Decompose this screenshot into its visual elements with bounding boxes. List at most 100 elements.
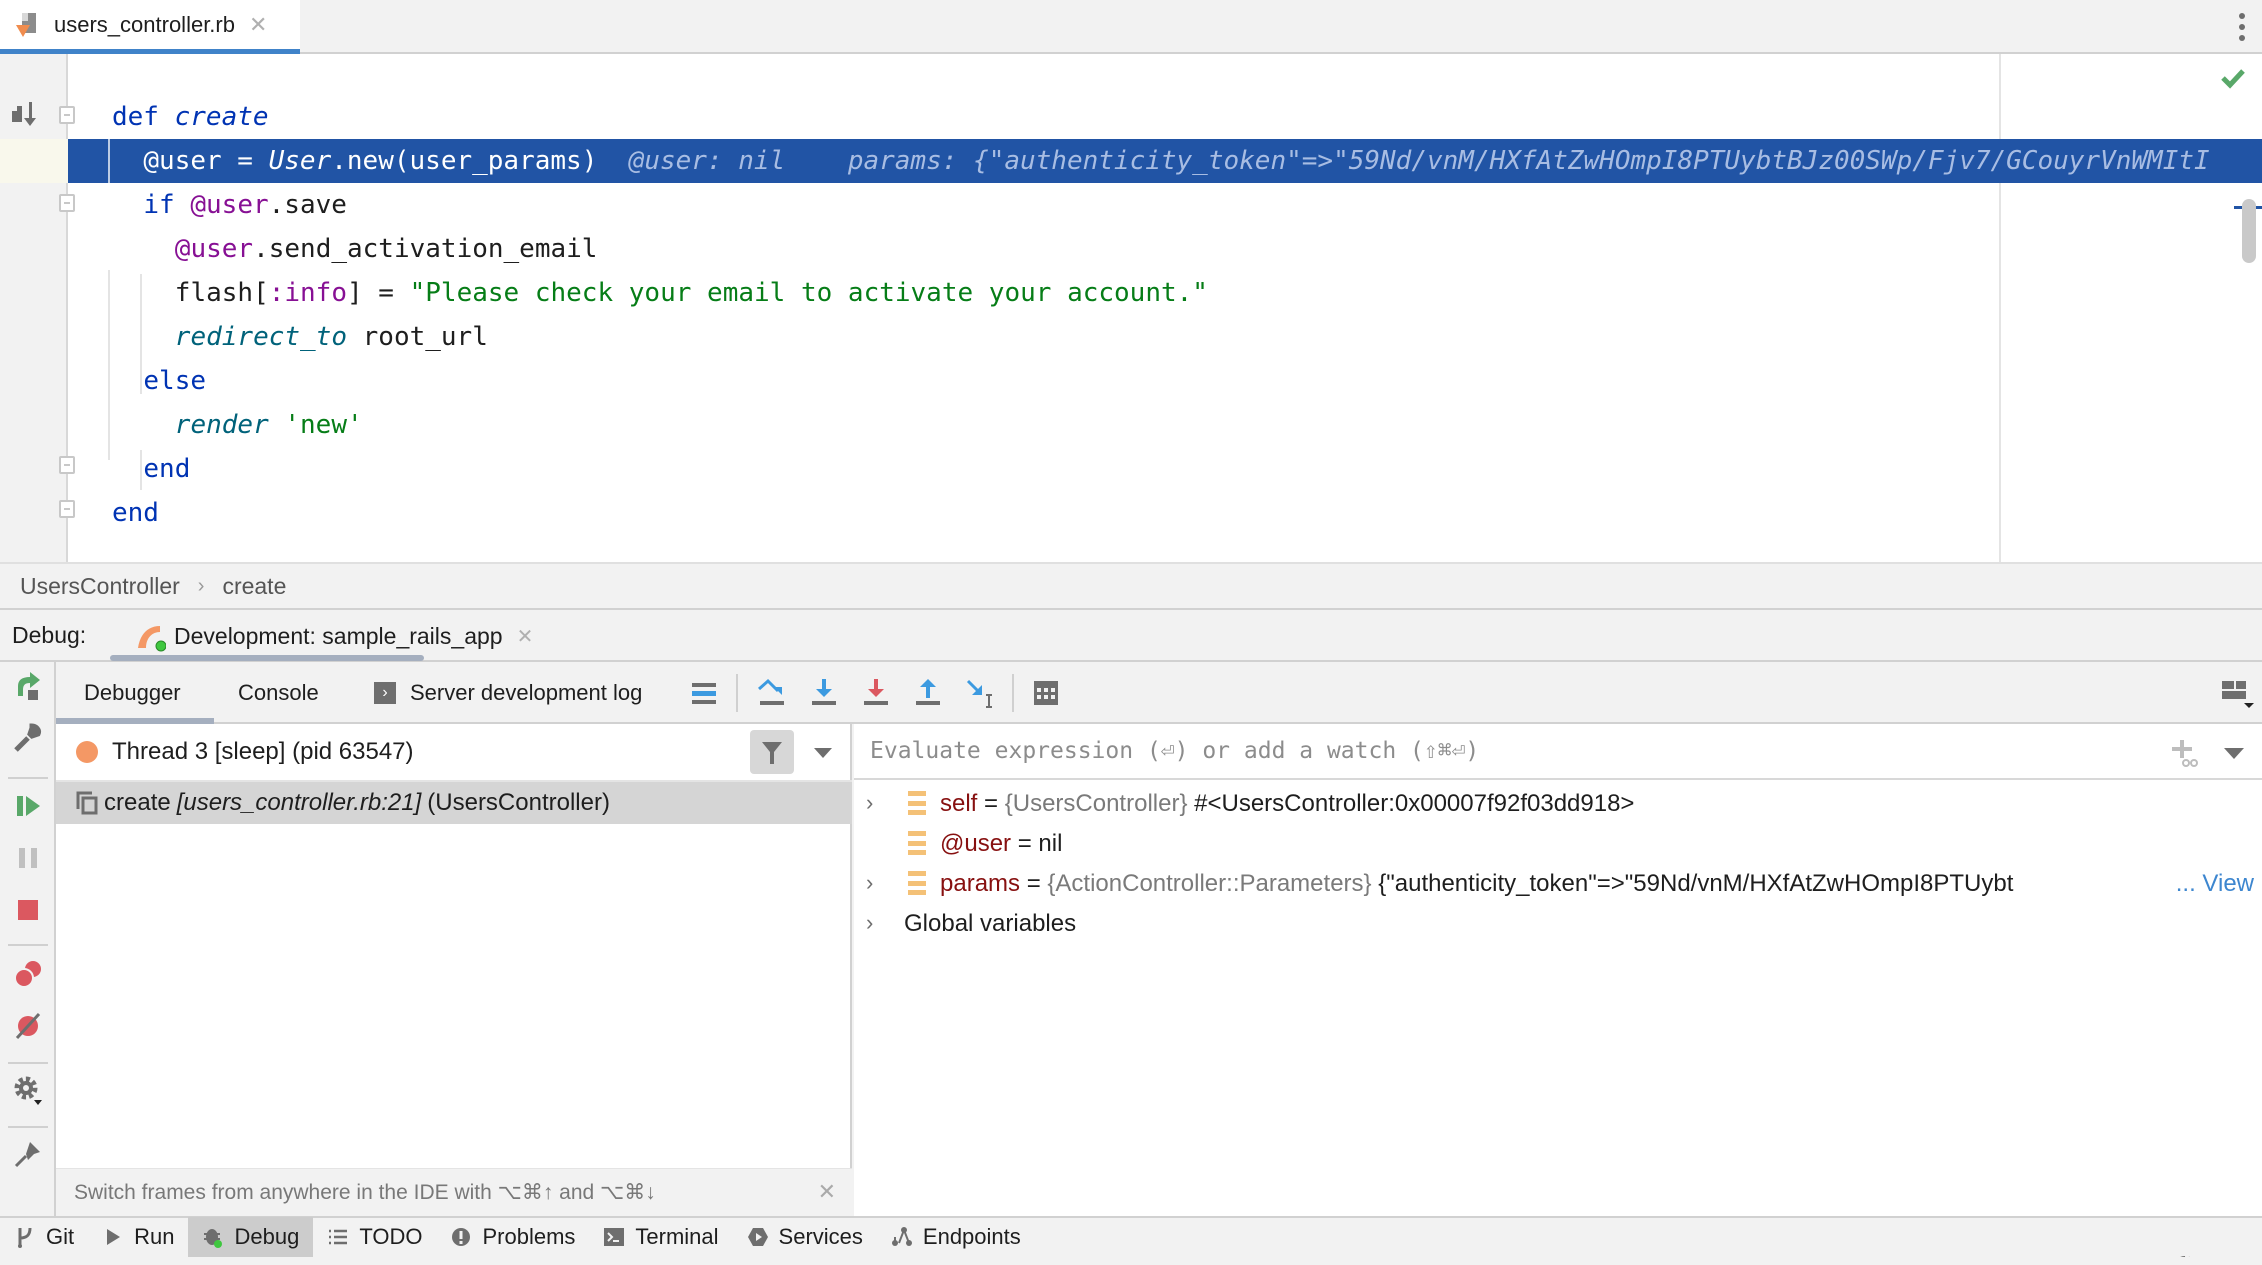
view-breakpoints-icon[interactable] xyxy=(12,958,44,990)
code-token: .new(user_params) xyxy=(331,146,598,176)
toolwindow-todo[interactable]: TODO xyxy=(313,1217,436,1257)
code-token: flash[ xyxy=(174,278,269,308)
check-icon xyxy=(2220,66,2246,90)
rerun-icon[interactable] xyxy=(12,670,44,702)
chevron-right-icon: › xyxy=(197,574,205,597)
chevron-down-icon[interactable] xyxy=(814,748,832,758)
equals: = xyxy=(1011,830,1039,857)
resume-icon[interactable] xyxy=(12,790,44,822)
close-icon[interactable]: ✕ xyxy=(818,1179,836,1205)
toolwindow-endpoints[interactable]: Endpoints xyxy=(877,1217,1035,1257)
services-icon xyxy=(747,1226,769,1248)
step-into-icon[interactable] xyxy=(808,677,840,709)
code-line[interactable]: def create xyxy=(68,95,2262,139)
close-icon[interactable]: ✕ xyxy=(249,12,267,38)
view-link[interactable]: ... View xyxy=(2173,870,2254,898)
variable-row-params[interactable]: › params = {ActionController::Parameters… xyxy=(854,864,2262,904)
pin-icon[interactable] xyxy=(12,1138,44,1170)
code-line[interactable]: if @user.save xyxy=(68,183,2262,227)
editor-scrollbar[interactable] xyxy=(2242,199,2256,263)
separator xyxy=(8,944,48,946)
variable-name: self xyxy=(940,790,978,817)
tab-filename: users_controller.rb xyxy=(54,11,235,37)
code-line[interactable]: end xyxy=(68,447,2262,491)
pause-icon[interactable] xyxy=(12,842,44,874)
tab-console[interactable]: Console xyxy=(238,662,319,724)
separator xyxy=(8,1062,48,1064)
separator xyxy=(8,1126,48,1128)
thread-selector[interactable]: Thread 3 [sleep] (pid 63547) xyxy=(56,724,852,782)
chevron-right-icon[interactable]: › xyxy=(866,790,886,816)
evaluate-expression-input[interactable] xyxy=(870,738,2070,764)
evaluate-expression-icon[interactable] xyxy=(1030,677,1062,709)
code-line[interactable]: end xyxy=(68,491,2262,535)
tab-debugger[interactable]: Debugger xyxy=(84,662,181,724)
terminal-icon xyxy=(603,1226,625,1248)
toolwindow-label: Debug xyxy=(234,1224,300,1249)
git-branch-icon xyxy=(14,1226,36,1248)
toolwindow-run[interactable]: Run xyxy=(88,1217,188,1257)
variable-name: @user xyxy=(940,830,1012,857)
code-text: else xyxy=(143,359,206,403)
variable-row-user[interactable]: @user = nil xyxy=(854,824,2262,864)
settings-dropdown-icon[interactable] xyxy=(12,1074,44,1106)
toolwindow-debug[interactable]: Debug xyxy=(188,1217,314,1257)
code-line[interactable]: redirect_to root_url xyxy=(68,315,2262,359)
list-icon xyxy=(327,1226,349,1248)
code-token: 'new' xyxy=(284,410,363,440)
code-line[interactable]: flash[:info] = "Please check your email … xyxy=(68,271,2262,315)
rails-icon xyxy=(134,620,167,652)
code-line[interactable]: else xyxy=(68,359,2262,403)
code-line[interactable]: @user.send_activation_email xyxy=(68,227,2262,271)
breadcrumb-item-class[interactable]: UsersController xyxy=(20,573,180,600)
close-icon[interactable]: ✕ xyxy=(517,624,534,649)
code-token: def xyxy=(112,102,175,132)
breadcrumb-item-method[interactable]: create xyxy=(222,573,286,600)
tab-users-controller[interactable]: users_controller.rb ✕ xyxy=(0,0,300,54)
frame-location: [users_controller.rb:21] xyxy=(176,789,422,816)
variable-row-globals[interactable]: › Global variables xyxy=(854,904,2262,944)
step-over-icon[interactable] xyxy=(756,677,788,709)
problems-icon xyxy=(450,1226,472,1248)
run-to-cursor-icon[interactable] xyxy=(964,677,996,709)
mute-breakpoints-icon[interactable] xyxy=(12,1010,44,1042)
code-line[interactable]: render 'new' xyxy=(68,403,2262,447)
frame-item[interactable]: create [users_controller.rb:21] (UsersCo… xyxy=(56,782,852,824)
chevron-right-icon[interactable]: › xyxy=(866,910,886,936)
more-options-icon[interactable] xyxy=(2232,10,2252,44)
code-text: def create xyxy=(112,95,269,139)
code-token: User xyxy=(268,146,332,176)
code-editor[interactable]: def create @user = User.new(user_params) … xyxy=(0,54,2262,562)
show-execution-point-icon[interactable] xyxy=(688,677,720,709)
variables-panel: › self = {UsersController} #<UsersContro… xyxy=(854,724,2262,1216)
tab-server-log[interactable]: › Server development log xyxy=(374,662,642,724)
toolwindow-services[interactable]: Services xyxy=(733,1217,877,1257)
chevron-down-icon[interactable] xyxy=(2224,748,2244,759)
run-to-cursor-icon[interactable] xyxy=(10,100,38,128)
toolwindow-label: Run xyxy=(134,1224,175,1249)
wrench-icon[interactable] xyxy=(12,722,44,754)
toolwindow-terminal[interactable]: Terminal xyxy=(589,1217,732,1257)
debug-side-toolbar xyxy=(0,662,56,1216)
code-text: flash[:info] = "Please check your email … xyxy=(175,271,1208,315)
toolwindow-problems[interactable]: Problems xyxy=(436,1217,589,1257)
force-step-into-icon[interactable] xyxy=(860,677,892,709)
execution-point-line[interactable]: @user = User.new(user_params) @user: nil… xyxy=(68,139,2262,183)
evaluate-row xyxy=(854,724,2262,780)
layout-settings-icon[interactable] xyxy=(2220,677,2254,709)
variable-row-self[interactable]: › self = {UsersController} #<UsersContro… xyxy=(854,784,2262,824)
debugger-toolbar: Debugger Console › Server development lo… xyxy=(56,662,2262,724)
toolwindow-label: Problems xyxy=(482,1224,576,1249)
filter-icon[interactable] xyxy=(750,730,794,774)
chevron-right-icon[interactable]: › xyxy=(866,870,886,896)
code-token: "Please check your email to activate you… xyxy=(409,278,1208,308)
stop-icon[interactable] xyxy=(12,894,44,926)
inline-debug-values: @user: nil params: {"authenticity_token"… xyxy=(597,146,2210,176)
code-text: end xyxy=(143,447,190,491)
editor-gutter[interactable] xyxy=(0,54,68,562)
step-out-icon[interactable] xyxy=(912,677,944,709)
add-watch-icon[interactable] xyxy=(2170,738,2200,768)
tool-window-bar: Git Run Debug TODO Problems Terminal Ser… xyxy=(0,1216,2262,1257)
toolwindow-git[interactable]: Git xyxy=(0,1217,88,1257)
code-token: :info xyxy=(268,278,347,308)
